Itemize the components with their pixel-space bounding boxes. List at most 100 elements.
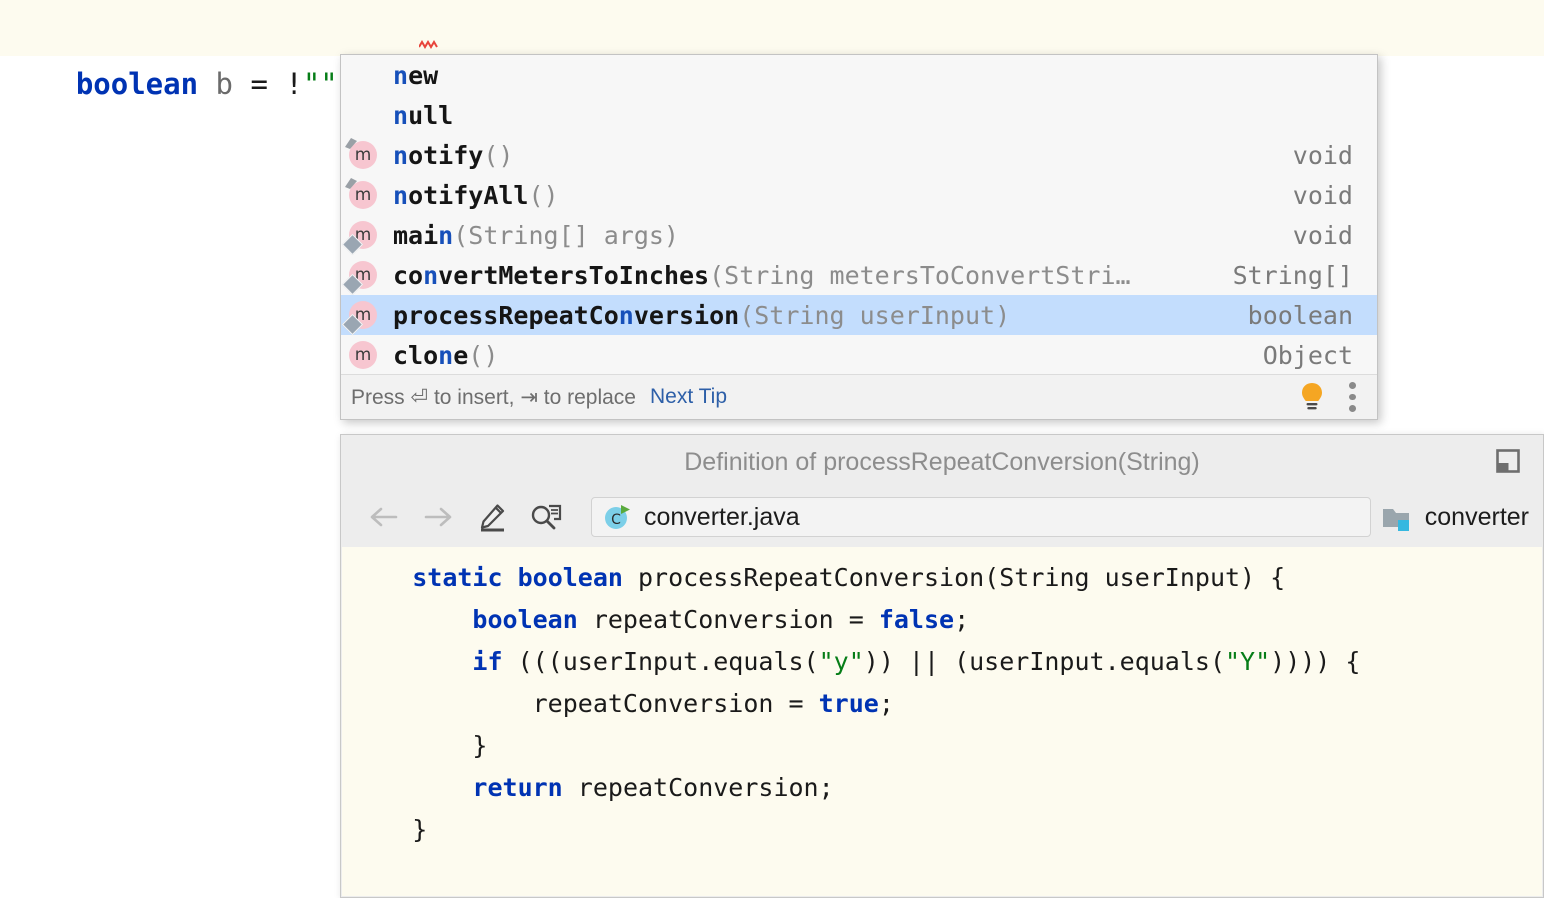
completion-item-name: co n vertMetersToInches (String metersToCon…: [393, 261, 1233, 290]
code-text: (((userInput.equals(: [502, 647, 819, 676]
definition-code-view[interactable]: static boolean processRepeatConversion(S…: [342, 547, 1542, 896]
completion-name-prefix: clo: [393, 340, 439, 370]
completion-item-name: n ew: [393, 61, 1353, 90]
completion-item-name: n otifyAll(): [393, 181, 1293, 210]
code-text: }: [352, 815, 428, 844]
completion-item-icon-slot: m: [341, 215, 393, 256]
completion-name-match: n: [393, 140, 409, 170]
show-in-tool-window-icon[interactable]: [1495, 448, 1521, 474]
completion-item-params: (String metersToConvertStri…: [709, 260, 1131, 290]
completion-item-type: boolean: [1247, 300, 1353, 330]
completion-item[interactable]: m mai n (String[] args) void: [341, 215, 1377, 256]
code-text: )))) {: [1270, 647, 1361, 676]
code-line: }: [342, 809, 1542, 851]
completion-item-params: (): [483, 140, 514, 170]
completion-name-prefix: processRepeatCo: [393, 300, 619, 330]
completion-name-match: n: [393, 180, 409, 210]
pencil-edit-icon[interactable]: [465, 495, 519, 539]
code-text: processRepeatConversion(String userInput…: [622, 563, 1286, 592]
error-squiggle-icon: [419, 40, 438, 49]
completion-name-match: n: [438, 220, 454, 250]
arrow-left-icon[interactable]: [357, 495, 411, 539]
code-keyword: static: [412, 563, 503, 592]
completion-name-prefix: mai: [393, 220, 439, 250]
completion-item-type: String[]: [1232, 260, 1353, 290]
file-name-label: converter.java: [644, 502, 800, 531]
code-identifier: b: [198, 67, 251, 101]
completion-name-rest: ull: [408, 100, 454, 130]
file-path-field[interactable]: C converter.java: [591, 497, 1371, 537]
code-keyword: boolean: [472, 605, 578, 634]
completion-name-rest: vertMetersToInches: [438, 260, 710, 290]
completion-item-name: processRepeatCo n version (String userInput…: [393, 301, 1248, 330]
completion-name-rest: version: [633, 300, 740, 330]
completion-item-type: Object: [1262, 340, 1353, 370]
completion-name-rest: ew: [408, 60, 439, 90]
completion-item[interactable]: n ew: [341, 55, 1377, 95]
completion-item[interactable]: m n otify() void: [341, 135, 1377, 175]
definition-popup[interactable]: Definition of processRepeatConversion(St…: [340, 434, 1544, 898]
lightbulb-icon[interactable]: [1299, 382, 1325, 412]
code-text: }: [352, 731, 488, 760]
completion-name-prefix: co: [393, 260, 424, 290]
code-text: )) || (userInput.equals(: [863, 647, 1225, 676]
code-line: }: [342, 725, 1542, 767]
completion-item-icon-slot: [341, 95, 393, 135]
definition-header: Definition of processRepeatConversion(St…: [341, 435, 1543, 489]
completion-item-params: (String[] args): [453, 220, 679, 250]
code-text: ;: [954, 605, 970, 634]
completion-hint-text: Press ⏎ to insert, ⇥ to replace: [351, 385, 636, 409]
code-completion-popup[interactable]: n ew n ull m n otify() void m n otifyAll() void m mai…: [340, 54, 1378, 420]
java-runnable-class-icon: C: [605, 505, 630, 529]
next-tip-link[interactable]: Next Tip: [650, 385, 727, 409]
module-name-label: converter: [1424, 502, 1529, 531]
completion-item-type: void: [1292, 140, 1353, 170]
find-usages-icon[interactable]: [519, 495, 573, 539]
completion-item[interactable]: m clo n e() Object: [341, 335, 1377, 375]
completion-name-match: n: [618, 300, 634, 330]
code-keyword: false: [878, 605, 955, 634]
arrow-right-icon[interactable]: [411, 495, 465, 539]
completion-name-rest: otify: [408, 140, 484, 170]
completion-footer: Press ⏎ to insert, ⇥ to replace Next Tip: [341, 374, 1377, 419]
module-indicator[interactable]: converter: [1381, 503, 1543, 532]
completion-name-match: n: [393, 100, 409, 130]
completion-item[interactable]: m n otifyAll() void: [341, 175, 1377, 215]
editor-code-line[interactable]: boolean b = !"".isBlank(n): [0, 0, 1544, 101]
code-keyword: true: [818, 689, 879, 718]
completion-item-name: mai n (String[] args): [393, 221, 1293, 250]
kebab-menu-icon[interactable]: [1349, 382, 1357, 413]
code-text: =: [250, 67, 286, 101]
definition-toolbar[interactable]: C converter.java converter: [341, 489, 1543, 545]
completion-item-type: void: [1292, 180, 1353, 210]
completion-name-match: n: [393, 60, 409, 90]
completion-item[interactable]: m co n vertMetersToInches (String metersToCo…: [341, 255, 1377, 296]
code-string: "y": [818, 647, 864, 676]
code-line: repeatConversion = true;: [342, 683, 1542, 725]
code-text: repeatConversion;: [562, 773, 834, 802]
completion-item-params: (String userInput): [739, 300, 1011, 330]
completion-name-rest: otifyAll: [408, 180, 529, 210]
completion-name-match: n: [438, 340, 454, 370]
code-line: return repeatConversion;: [342, 767, 1542, 809]
code-string: "": [302, 67, 338, 101]
completion-item-params: (): [468, 340, 499, 370]
completion-name-match: n: [423, 260, 439, 290]
completion-item-name: n otify(): [393, 141, 1293, 170]
completion-item-icon-slot: [341, 55, 393, 95]
completion-item-icon-slot: m: [341, 255, 393, 296]
completion-list[interactable]: n ew n ull m n otify() void m n otifyAll() void m mai…: [341, 55, 1377, 375]
completion-item-icon-slot: m: [341, 295, 393, 336]
final-modifier-icon: [345, 178, 357, 189]
completion-item[interactable]: n ull: [341, 95, 1377, 135]
code-line: if (((userInput.equals("y")) || (userInp…: [342, 641, 1542, 683]
completion-item[interactable]: m processRepeatCo n version (String userInpu…: [341, 295, 1377, 336]
code-line: static boolean processRepeatConversion(S…: [342, 557, 1542, 599]
completion-item-icon-slot: m: [341, 335, 393, 375]
completion-item-name: clo n e(): [393, 341, 1263, 370]
completion-item-icon-slot: m: [341, 175, 393, 215]
code-keyword: boolean: [517, 563, 623, 592]
code-keyword: return: [472, 773, 563, 802]
